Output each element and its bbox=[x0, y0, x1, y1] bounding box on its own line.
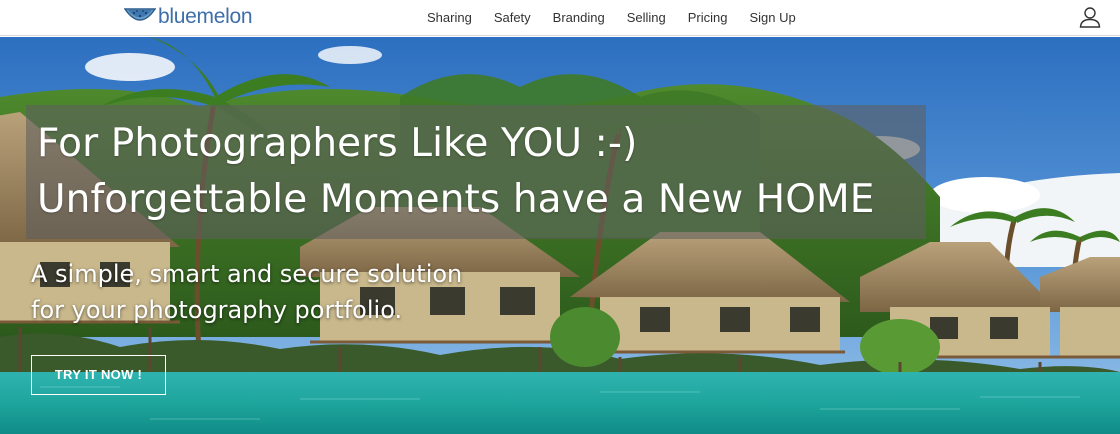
subtext-line-1: A simple, smart and secure solution bbox=[31, 260, 463, 288]
headline-box: For Photographers Like YOU :-) Unforgett… bbox=[26, 105, 926, 239]
try-it-now-button[interactable]: TRY IT NOW ! bbox=[31, 355, 166, 395]
subtext-line-2: for your photography portfolio. bbox=[31, 296, 403, 324]
nav-safety[interactable]: Safety bbox=[494, 10, 531, 25]
nav-sign-up[interactable]: Sign Up bbox=[750, 10, 796, 25]
brand-name: bluemelon bbox=[158, 5, 253, 28]
brand-logo[interactable]: bluemelon bbox=[124, 5, 253, 29]
headline-line-2: Unforgettable Moments have a New HOME bbox=[37, 177, 875, 222]
nav-sharing[interactable]: Sharing bbox=[427, 10, 472, 25]
nav-pricing[interactable]: Pricing bbox=[688, 10, 728, 25]
user-icon[interactable] bbox=[1079, 6, 1101, 28]
top-navbar: bluemelon Sharing Safety Branding Sellin… bbox=[0, 0, 1120, 36]
headline-line-1: For Photographers Like YOU :-) bbox=[37, 121, 638, 166]
main-nav: Sharing Safety Branding Selling Pricing … bbox=[416, 0, 807, 34]
nav-branding[interactable]: Branding bbox=[553, 10, 605, 25]
nav-selling[interactable]: Selling bbox=[627, 10, 666, 25]
melon-slice-icon bbox=[124, 8, 156, 21]
hero-section: For Photographers Like YOU :-) Unforgett… bbox=[0, 37, 1120, 434]
